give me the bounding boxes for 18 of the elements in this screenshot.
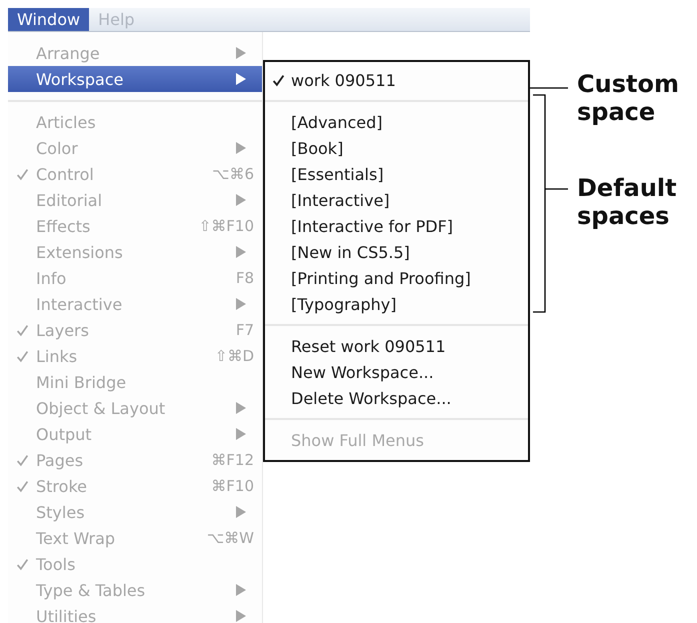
menu-item[interactable]: [Advanced] [265,109,528,135]
callout-label: Default spaces [577,174,678,230]
menu-title[interactable]: Help [89,8,144,31]
menu-item[interactable]: Workspace [8,66,262,92]
menu-item[interactable]: [Interactive] [265,187,528,213]
menu-item[interactable]: work 090511 [265,67,528,93]
menu-item[interactable]: Reset work 090511 [265,333,528,359]
menu-item[interactable]: [Book] [265,135,528,161]
menu-item[interactable]: [Interactive for PDF] [265,213,528,239]
menu-item[interactable]: New Workspace... [265,359,528,385]
menu-item[interactable]: [Typography] [265,291,528,317]
leader-line [530,86,568,90]
menu-item[interactable]: [New in CS5.5] [265,239,528,265]
menu-title[interactable]: Window [8,8,90,31]
callout-label: Custom space [577,70,680,126]
menu-item[interactable]: [Essentials] [265,161,528,187]
menu-item[interactable]: [Printing and Proofing] [265,265,528,291]
menu-item[interactable]: Delete Workspace... [265,385,528,411]
